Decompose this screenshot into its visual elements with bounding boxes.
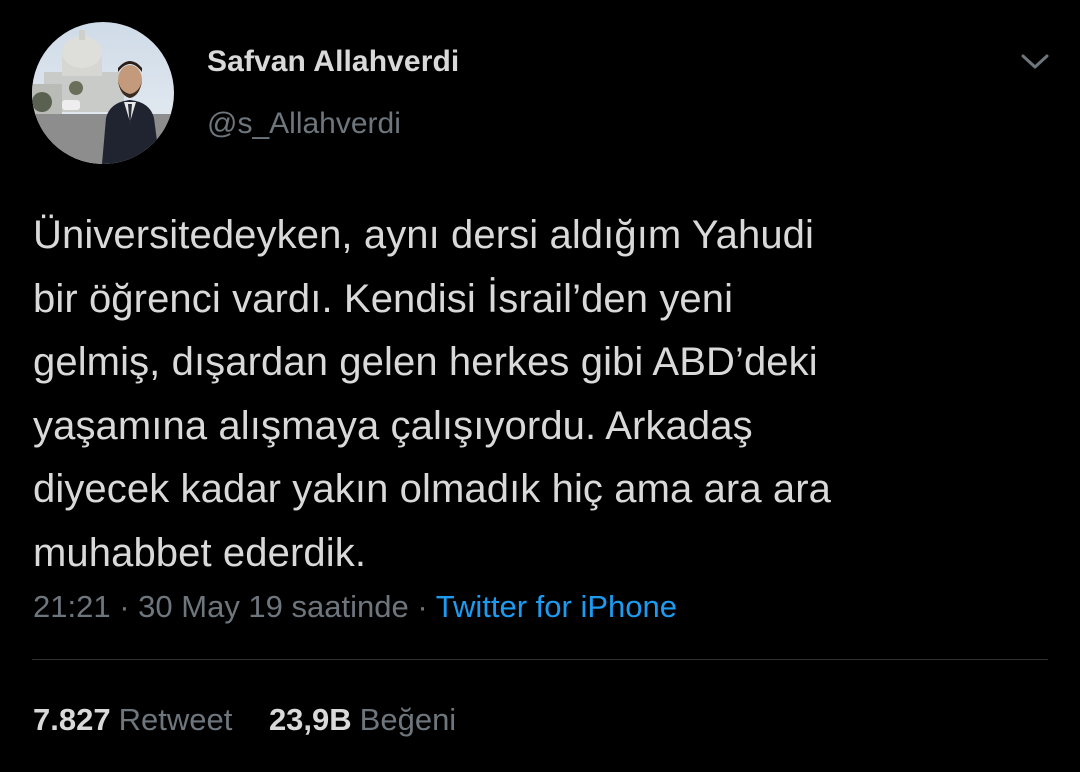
more-menu-button[interactable] [1018, 46, 1052, 76]
retweets-count: 7.827 [33, 702, 111, 737]
meta-separator: · [119, 589, 130, 624]
tweet-stats: 7.827 Retweet 23,9B Beğeni [33, 698, 456, 742]
tweet-text-line: muhabbet ederdik. [33, 530, 367, 575]
likes-label: Beğeni [359, 702, 457, 737]
meta-separator: · [417, 589, 428, 624]
avatar[interactable] [32, 22, 174, 164]
tweet-date[interactable]: 30 May 19 saatinde [138, 589, 409, 624]
avatar-photo [32, 22, 174, 164]
author-info: Safvan Allahverdi @s_Allahverdi [207, 40, 459, 146]
retweets-stat[interactable]: 7.827 Retweet [33, 698, 232, 742]
author-handle[interactable]: @s_Allahverdi [207, 102, 459, 146]
divider [32, 659, 1048, 660]
author-display-name[interactable]: Safvan Allahverdi [207, 40, 459, 84]
chevron-down-icon [1021, 54, 1049, 69]
likes-stat[interactable]: 23,9B Beğeni [269, 698, 456, 742]
tweet: Safvan Allahverdi @s_Allahverdi Üniversi… [0, 0, 1080, 772]
tweet-meta: 21:21 · 30 May 19 saatinde · Twitter for… [33, 585, 677, 629]
tweet-text-line: yaşamına alışmaya çalışıyordu. Arkadaş [33, 403, 753, 448]
tweet-source-link[interactable]: Twitter for iPhone [436, 589, 677, 624]
tweet-text-line: Üniversitedeyken, aynı dersi aldığım Yah… [33, 213, 815, 257]
tweet-text: Üniversitedeyken, aynı dersi aldığım Yah… [33, 204, 1023, 585]
retweets-label: Retweet [118, 702, 233, 737]
tweet-text-line: gelmiş, dışardan gelen herkes gibi ABD’d… [33, 340, 818, 384]
likes-count: 23,9B [268, 702, 352, 737]
tweet-text-line: bir öğrenci vardı. Kendisi İsrail’den ye… [33, 276, 734, 321]
tweet-text-line: diyecek kadar yakın olmadık hiç ama ara … [33, 467, 832, 511]
tweet-time[interactable]: 21:21 [33, 589, 111, 624]
